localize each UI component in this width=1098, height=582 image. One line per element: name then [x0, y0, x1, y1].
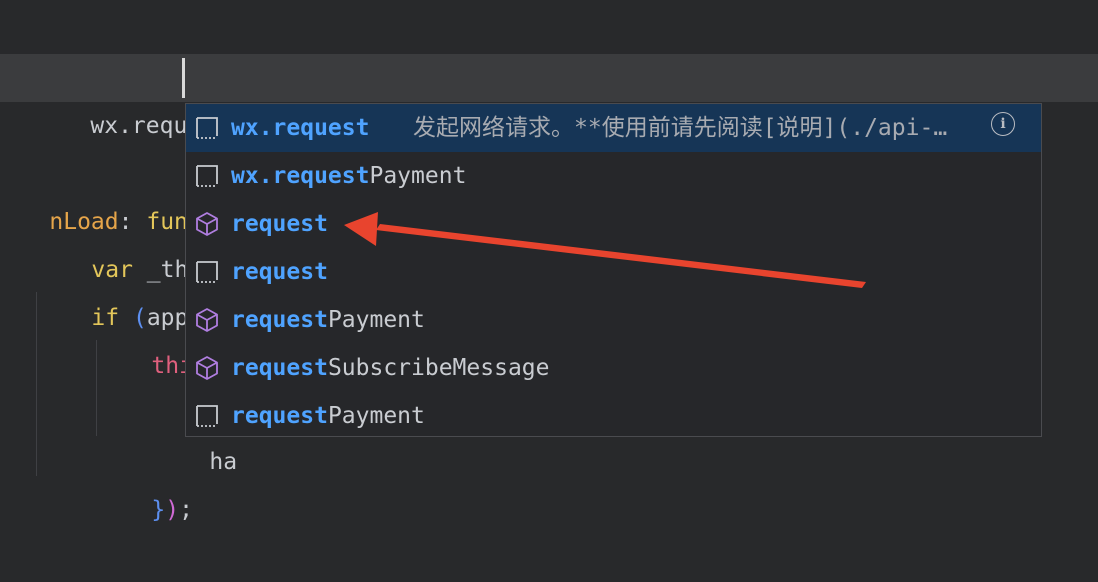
- suggest-item[interactable]: request: [186, 200, 1041, 248]
- code-line-current[interactable]: wx.request: [35, 54, 228, 139]
- suggest-item-detail: 发起网络请求。**使用前请先阅读[说明](./api-…: [413, 115, 948, 141]
- suggest-item[interactable]: requestSubscribeMessage: [186, 344, 1041, 392]
- code-token-brace: }: [151, 497, 166, 523]
- code-editor[interactable]: wx.request nLoad: functi var _this if (a…: [0, 0, 1098, 523]
- snippet-icon: [196, 261, 218, 283]
- suggest-item-label: requestPayment: [231, 403, 425, 429]
- suggest-item[interactable]: wx.requestPayment: [186, 152, 1041, 200]
- suggest-item-label: requestSubscribeMessage: [231, 355, 550, 381]
- info-icon[interactable]: i: [991, 112, 1015, 136]
- code-token-paren: ): [165, 497, 180, 523]
- suggest-item[interactable]: request: [186, 248, 1041, 296]
- suggest-item[interactable]: requestPayment: [186, 392, 1041, 436]
- module-icon: [196, 356, 218, 380]
- code-token-identifier: ha: [209, 449, 238, 475]
- suggest-item-label: request: [231, 259, 328, 285]
- suggest-item-label: requestPayment: [231, 307, 425, 333]
- snippet-icon: [196, 405, 218, 427]
- text-cursor: [182, 58, 185, 98]
- module-icon: [196, 212, 218, 236]
- suggest-widget[interactable]: wx.request 发起网络请求。**使用前请先阅读[说明](./api-… …: [185, 103, 1042, 437]
- code-line[interactable]: });: [96, 438, 193, 523]
- suggest-item[interactable]: requestPayment: [186, 296, 1041, 344]
- snippet-icon: [196, 165, 218, 187]
- snippet-icon: [196, 117, 218, 139]
- suggest-item[interactable]: wx.request 发起网络请求。**使用前请先阅读[说明](./api-… …: [186, 104, 1041, 152]
- suggest-item-label: request: [231, 211, 328, 237]
- suggest-item-label: wx.requestPayment: [231, 163, 467, 189]
- suggest-item-label: wx.request: [231, 115, 370, 141]
- module-icon: [196, 308, 218, 332]
- code-token-semicolon: ;: [179, 497, 193, 523]
